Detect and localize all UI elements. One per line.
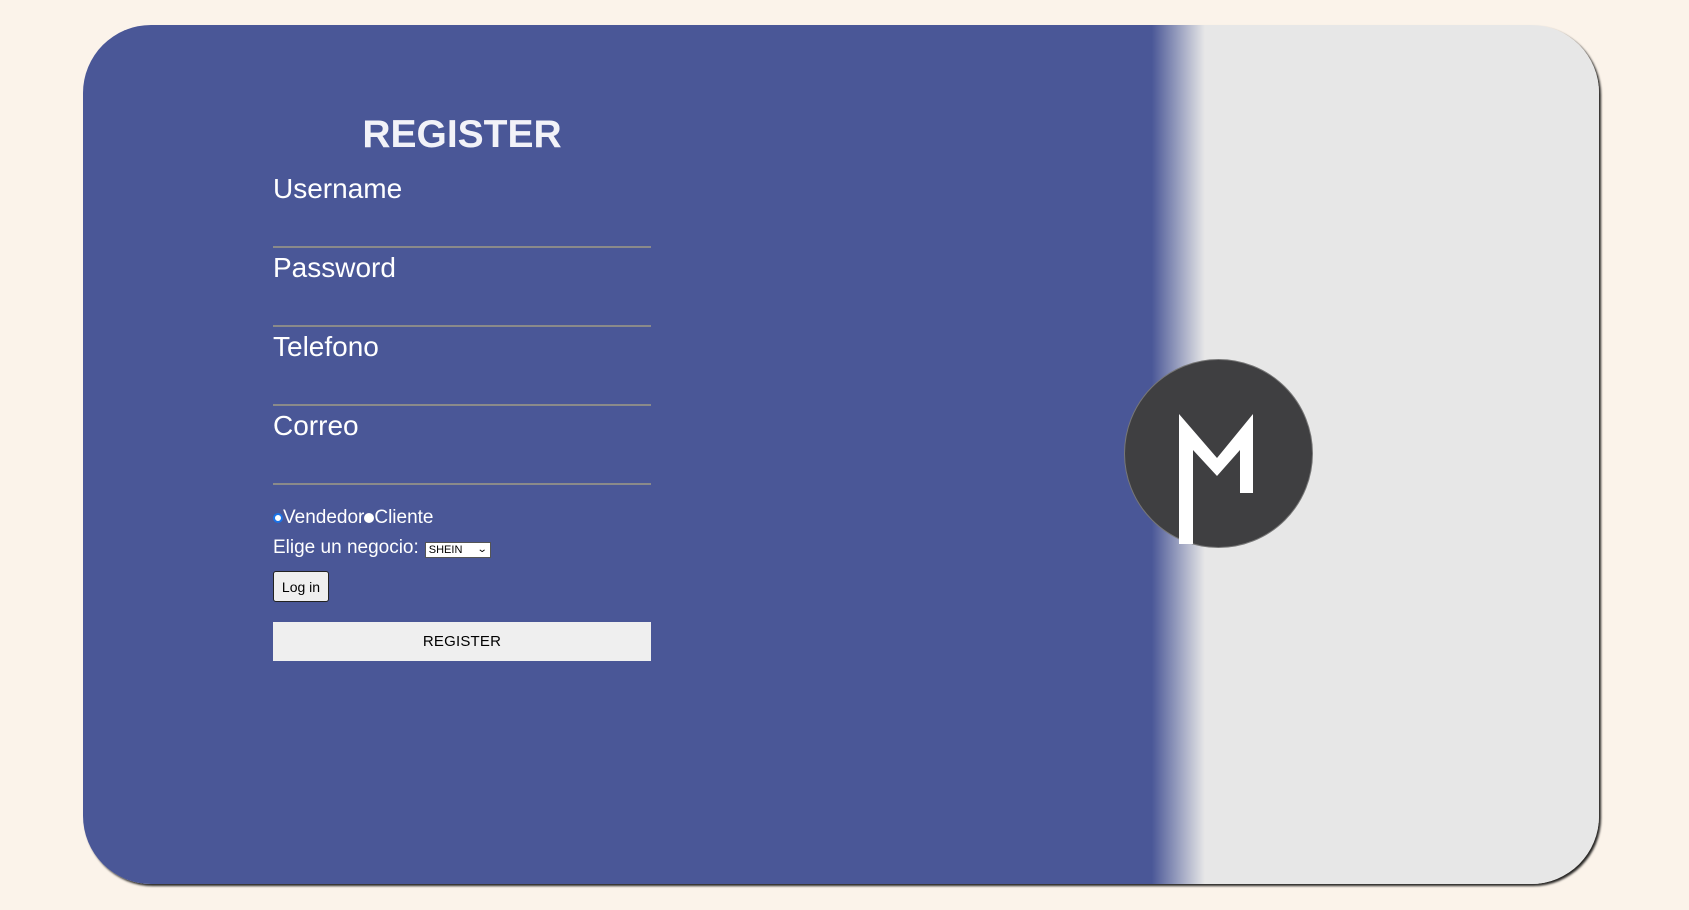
business-select[interactable]: SHEIN ⌄: [424, 541, 491, 558]
username-input[interactable]: [273, 169, 651, 209]
radio-vendedor[interactable]: [273, 513, 283, 523]
radio-cliente-label: Cliente: [374, 507, 434, 528]
m-logo-icon: [1179, 414, 1253, 544]
radio-cliente[interactable]: [364, 513, 375, 523]
phone-field-wrapper: [273, 327, 651, 406]
username-field-wrapper: [273, 169, 651, 248]
email-input[interactable]: [273, 406, 651, 446]
register-button[interactable]: REGISTER: [273, 622, 651, 661]
chevron-down-icon: ⌄: [477, 544, 489, 555]
password-field-wrapper: [273, 248, 651, 327]
password-input[interactable]: [273, 248, 651, 288]
business-select-value: SHEIN: [428, 543, 463, 556]
business-row: Elige un negocio: SHEIN ⌄: [273, 537, 651, 559]
role-radio-group: Vendedor Cliente: [273, 507, 651, 529]
logo: [1124, 359, 1313, 548]
register-card: REGISTER Vendedor Cliente Elige un negoc…: [83, 25, 1599, 884]
email-field-wrapper: [273, 406, 651, 485]
radio-vendedor-label: Vendedor: [283, 507, 365, 528]
register-form: REGISTER Vendedor Cliente Elige un negoc…: [273, 113, 651, 661]
business-label: Elige un negocio:: [273, 537, 419, 558]
form-title: REGISTER: [362, 113, 562, 156]
phone-input[interactable]: [273, 327, 651, 367]
login-button[interactable]: Log in: [273, 571, 329, 602]
